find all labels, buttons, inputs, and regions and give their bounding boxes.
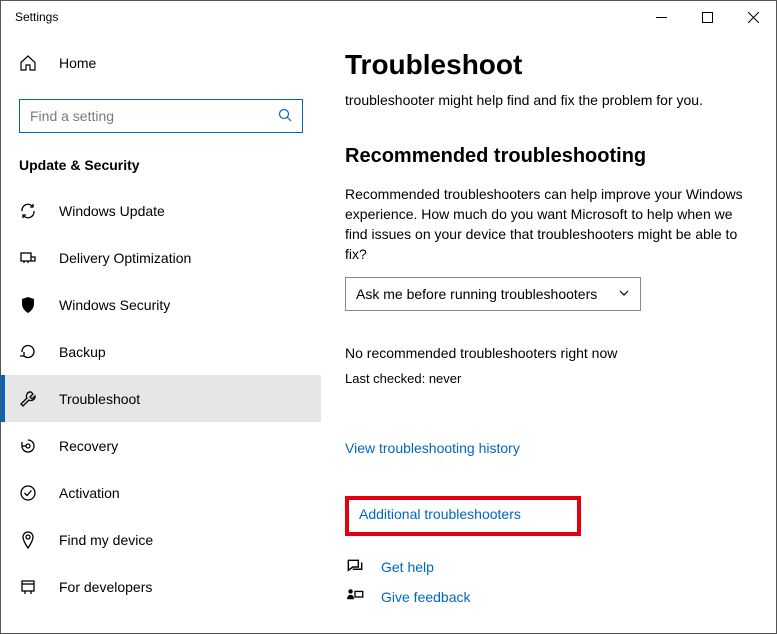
sidebar-item-backup[interactable]: Backup [1, 328, 321, 375]
sidebar-item-label: For developers [59, 579, 152, 595]
close-button[interactable] [730, 1, 776, 33]
shield-icon [19, 296, 37, 314]
recovery-icon [19, 437, 37, 455]
chevron-down-icon [618, 286, 630, 302]
sidebar-item-windows-security[interactable]: Windows Security [1, 281, 321, 328]
troubleshooter-preference-dropdown[interactable]: Ask me before running troubleshooters [345, 277, 641, 311]
last-checked-text: Last checked: never [345, 371, 752, 386]
sidebar-item-for-developers[interactable]: For developers [1, 563, 321, 610]
search-icon [278, 108, 292, 125]
search-input[interactable] [30, 108, 278, 124]
get-help-link[interactable]: Get help [381, 559, 434, 575]
location-icon [19, 531, 37, 549]
highlight-box: Additional troubleshooters [345, 496, 581, 536]
backup-icon [19, 343, 37, 361]
sidebar-item-label: Recovery [59, 438, 118, 454]
wrench-icon [19, 390, 37, 408]
sidebar-item-find-my-device[interactable]: Find my device [1, 516, 321, 563]
dropdown-value: Ask me before running troubleshooters [356, 286, 597, 302]
sidebar-item-label: Windows Security [59, 297, 170, 313]
sidebar: Home Update & Security Windows Update De… [1, 33, 321, 633]
sidebar-item-label: Troubleshoot [59, 391, 140, 407]
sidebar-item-label: Find my device [59, 532, 153, 548]
sidebar-item-label: Activation [59, 485, 120, 501]
sync-icon [19, 202, 37, 220]
sidebar-item-label: Backup [59, 344, 106, 360]
view-history-link[interactable]: View troubleshooting history [345, 440, 752, 456]
sidebar-item-delivery-optimization[interactable]: Delivery Optimization [1, 234, 321, 281]
window-title: Settings [15, 10, 58, 24]
additional-troubleshooters-link[interactable]: Additional troubleshooters [359, 506, 567, 522]
maximize-button[interactable] [684, 1, 730, 33]
category-label: Update & Security [1, 157, 321, 187]
titlebar: Settings [1, 1, 776, 33]
search-input-wrap[interactable] [19, 99, 303, 133]
sidebar-item-recovery[interactable]: Recovery [1, 422, 321, 469]
sidebar-item-label: Delivery Optimization [59, 250, 191, 266]
sidebar-item-windows-update[interactable]: Windows Update [1, 187, 321, 234]
home-icon [19, 54, 37, 72]
sidebar-item-activation[interactable]: Activation [1, 469, 321, 516]
home-button[interactable]: Home [1, 43, 321, 83]
give-feedback-row[interactable]: Give feedback [345, 588, 752, 606]
content: Troubleshoot troubleshooter might help f… [321, 33, 776, 633]
sidebar-item-label: Windows Update [59, 203, 165, 219]
home-label: Home [59, 55, 96, 71]
no-recommended-text: No recommended troubleshooters right now [345, 345, 752, 361]
section-title: Recommended troubleshooting [345, 145, 752, 168]
delivery-icon [19, 249, 37, 267]
get-help-row[interactable]: Get help [345, 558, 752, 576]
page-title: Troubleshoot [345, 49, 752, 81]
give-feedback-link[interactable]: Give feedback [381, 589, 471, 605]
developer-icon [19, 578, 37, 596]
chat-icon [345, 558, 365, 576]
section-body: Recommended troubleshooters can help imp… [345, 184, 752, 265]
minimize-button[interactable] [638, 1, 684, 33]
sidebar-item-troubleshoot[interactable]: Troubleshoot [1, 375, 321, 422]
check-circle-icon [19, 484, 37, 502]
feedback-icon [345, 588, 365, 606]
intro-text: troubleshooter might help find and fix t… [345, 91, 752, 111]
